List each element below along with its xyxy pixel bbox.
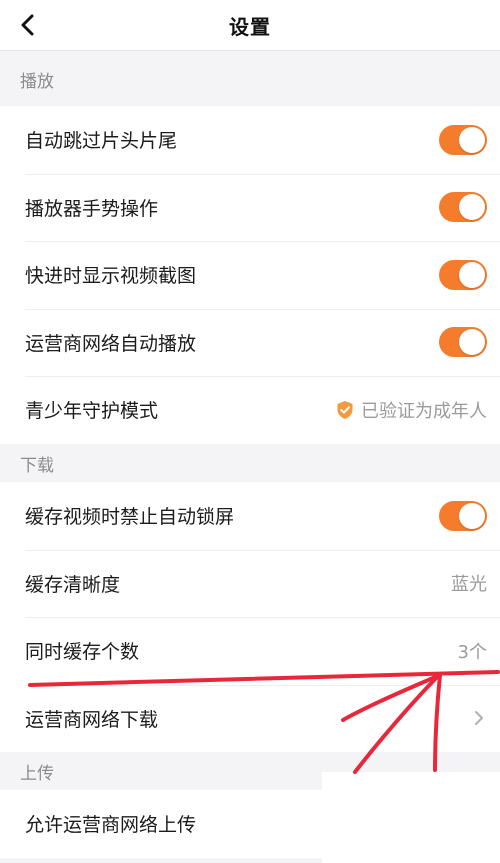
toggle-switch[interactable] (439, 259, 487, 290)
setting-cellular-download[interactable]: 运营商网络下载 (0, 684, 500, 753)
setting-seek-preview[interactable]: 快进时显示视频截图 (0, 241, 500, 309)
setting-label: 青少年守护模式 (25, 400, 159, 423)
section-title-download: 下载 (20, 455, 54, 476)
setting-value: 蓝光 (451, 574, 487, 596)
setting-value: 3个 (457, 641, 487, 663)
setting-gesture-control[interactable]: 播放器手势操作 (0, 173, 500, 242)
chevron-left-icon (21, 14, 34, 36)
setting-cellular-autoplay[interactable]: 运营商网络自动播放 (0, 308, 500, 377)
chevron-right-icon (475, 711, 483, 726)
setting-label: 自动跳过片头片尾 (25, 130, 178, 153)
toggle-knob (459, 329, 485, 356)
setting-cache-quality[interactable]: 缓存清晰度 蓝光 (0, 549, 500, 618)
toggle-switch[interactable] (439, 124, 487, 155)
setting-skip-intro-outro[interactable]: 自动跳过片头片尾 (0, 106, 500, 174)
nav-bar: 设置 (0, 0, 500, 51)
toggle-knob (459, 502, 485, 529)
toggle-knob (459, 194, 485, 221)
page-title: 设置 (229, 14, 271, 39)
back-button[interactable] (12, 9, 44, 41)
section-title-playback: 播放 (20, 71, 54, 92)
verified-status: 已验证为成年人 (335, 397, 487, 423)
setting-label: 同时缓存个数 (25, 641, 140, 664)
setting-teen-mode[interactable]: 青少年守护模式 已验证为成年人 (0, 376, 500, 444)
group-download: 缓存视频时禁止自动锁屏 缓存清晰度 蓝光 同时缓存个数 3个 运营商网络下载 (0, 482, 500, 752)
toggle-knob (459, 261, 485, 288)
setting-label: 缓存清晰度 (25, 573, 121, 596)
toggle-switch[interactable] (439, 500, 487, 531)
setting-concurrent-cache-count[interactable]: 同时缓存个数 3个 (0, 617, 500, 685)
verified-text: 已验证为成年人 (361, 400, 487, 422)
toggle-knob (459, 126, 485, 153)
setting-no-autolock-while-caching[interactable]: 缓存视频时禁止自动锁屏 (0, 482, 500, 550)
toggle-switch[interactable] (439, 327, 487, 358)
setting-label: 缓存视频时禁止自动锁屏 (25, 506, 235, 529)
blank-overlay (322, 772, 500, 863)
group-playback: 自动跳过片头片尾 播放器手势操作 快进时显示视频截图 运营商网络自动播放 青少年… (0, 106, 500, 444)
setting-label: 运营商网络自动播放 (25, 332, 197, 355)
shield-check-icon (337, 400, 353, 419)
setting-label: 播放器手势操作 (25, 197, 159, 220)
setting-label: 运营商网络下载 (25, 708, 159, 731)
setting-label: 快进时显示视频截图 (25, 265, 197, 288)
toggle-switch[interactable] (439, 192, 487, 223)
